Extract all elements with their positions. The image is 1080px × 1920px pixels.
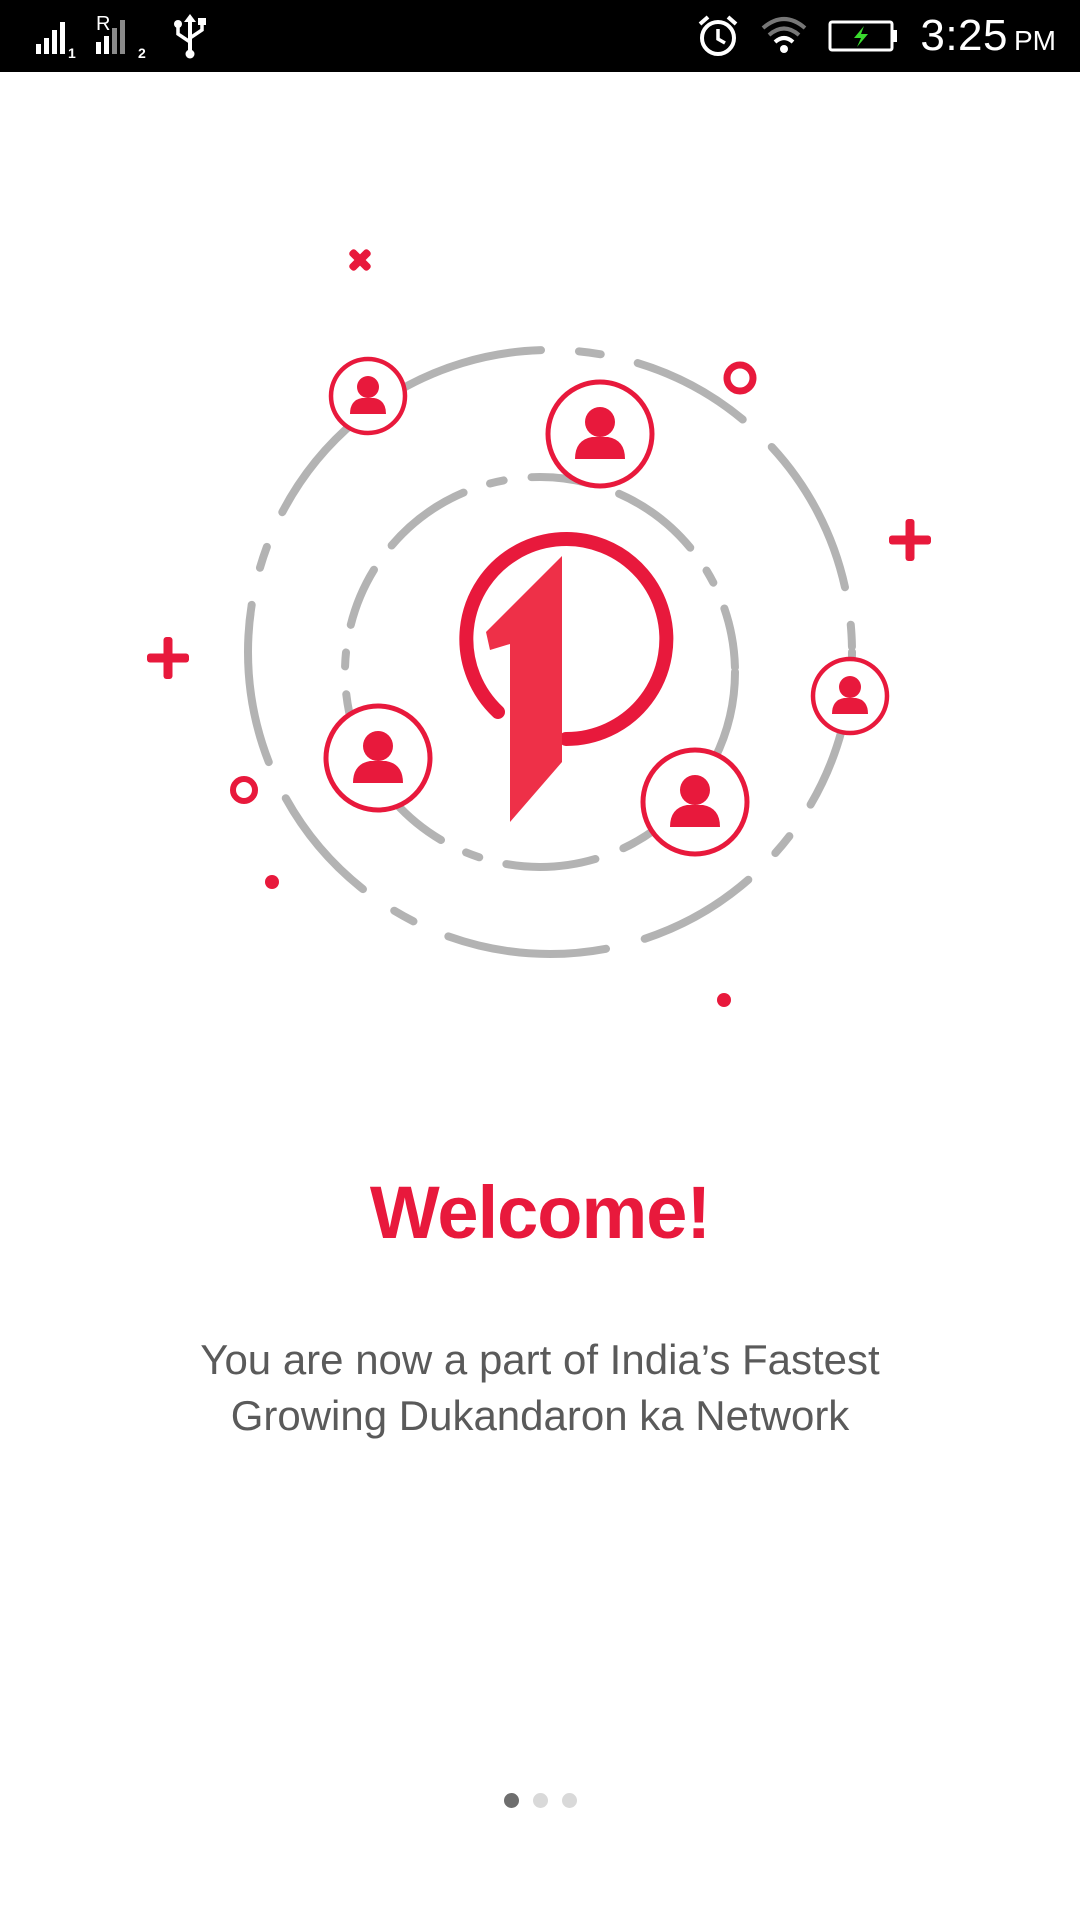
network-illustration <box>0 72 1080 1072</box>
status-right: 3:25 PM <box>696 6 1056 66</box>
dot-icon <box>717 993 731 1007</box>
plus-icon <box>147 637 189 679</box>
welcome-subtitle-line1: You are now a part of India’s Fastest <box>200 1336 880 1383</box>
signal-icon: 1 <box>30 14 80 58</box>
sim1-label: 1 <box>68 45 76 58</box>
page-dot-1[interactable] <box>503 1793 519 1808</box>
page-indicator[interactable] <box>0 1793 1080 1809</box>
alarm-icon <box>696 12 740 60</box>
logo-icon <box>459 532 674 822</box>
plus-icon <box>889 519 931 561</box>
usb-icon <box>170 12 210 60</box>
ring-icon <box>230 776 258 804</box>
welcome-subtitle: You are now a part of India’s Fastest Gr… <box>120 1332 960 1444</box>
page-dot-2[interactable] <box>532 1793 548 1808</box>
onboarding-screen: 1 R 2 3:25 PM Welcome! You are now a par… <box>0 0 1080 1920</box>
status-clock: 3:25 PM <box>920 11 1056 61</box>
wifi-icon <box>760 16 808 56</box>
page-dot-3[interactable] <box>561 1793 577 1808</box>
roaming-label: R <box>96 13 110 35</box>
user-icon <box>323 703 433 813</box>
welcome-title: Welcome! <box>369 1171 711 1254</box>
status-left: 1 R 2 <box>30 10 210 62</box>
cross-icon <box>349 249 371 271</box>
signal-roaming-icon: R 2 <box>94 12 156 60</box>
ring-icon <box>723 361 757 395</box>
user-icon <box>810 656 890 736</box>
user-icon <box>640 747 750 857</box>
status-bar: 1 R 2 3:25 PM <box>0 0 1080 72</box>
clock-time: 3:25 <box>920 11 1008 60</box>
clock-ampm: PM <box>1014 25 1056 56</box>
sim2-label: 2 <box>138 45 146 60</box>
battery-charging-icon <box>828 16 900 56</box>
dot-icon <box>265 875 279 889</box>
user-icon <box>545 379 655 489</box>
welcome-subtitle-line2: Growing Dukandaron ka Network <box>230 1392 850 1439</box>
user-icon <box>328 356 408 436</box>
